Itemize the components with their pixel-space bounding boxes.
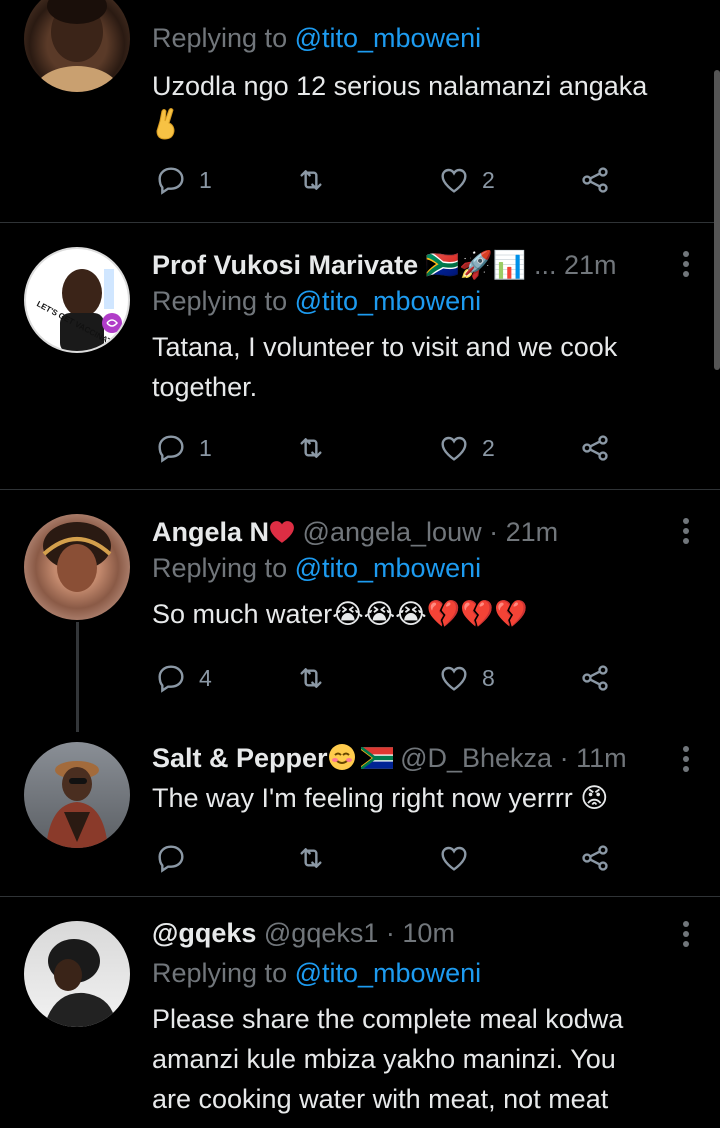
like-button[interactable]: 8 [438,658,495,698]
tweet-header: Angela N @angela_louw · 21m [152,514,660,550]
reply-button[interactable]: 4 [155,658,212,698]
avatar[interactable] [24,921,130,1027]
tweet-header: @gqeks @gqeks1 · 10m [152,915,660,951]
display-name[interactable]: Salt & Pepper [152,743,328,773]
mention-link[interactable]: @tito_mboweni [295,286,482,316]
tweet-text: Please share the complete meal kodwa ama… [152,999,660,1119]
heart-icon [441,846,467,871]
share-button[interactable] [579,658,611,698]
tweet-header: Salt & Pepper @D_Bhekza · 11m [152,740,660,776]
like-count: 2 [482,434,495,461]
mention-link[interactable]: @tito_mboweni [295,553,482,583]
display-name[interactable]: Prof Vukosi Marivate [152,250,418,280]
tweet-text: Tatana, I volunteer to visit and we cook… [152,327,660,407]
share-button[interactable] [579,428,611,468]
replying-to: Replying to @tito_mboweni [152,955,660,991]
retweet-button[interactable] [295,838,327,878]
timestamp[interactable]: 21m [564,250,617,280]
red-heart-emoji [270,521,294,543]
mention-link[interactable]: @tito_mboweni [295,23,482,53]
tweet-2[interactable]: LET'S GET VACCINATED Prof Vukosi Marivat… [0,223,720,489]
smiling-face-emoji [328,744,355,770]
heart-icon [441,168,467,193]
tweet-text-line: together. [152,372,258,402]
more-options-icon[interactable] [680,518,692,548]
share-icon [582,665,608,691]
separator-dot: · [489,517,499,547]
tweet-header: Prof Vukosi Marivate 🇿🇦🚀📊 ... 21m [152,247,660,283]
retweet-button[interactable] [295,658,327,698]
thread-line [76,622,79,732]
tweet-text: The way I'm feeling right now yerrrr 😡 [152,783,609,813]
reply-icon [158,435,184,463]
reply-button[interactable]: 1 [155,428,212,468]
retweet-button[interactable] [295,428,327,468]
retweet-icon [300,438,322,458]
display-name[interactable]: Angela N [152,517,269,547]
reply-icon [158,845,184,873]
tweet-1[interactable]: Replying to @tito_mboweni Uzodla ngo 12 … [0,0,720,222]
tweet-3[interactable]: Angela N @angela_louw · 21m Replying to … [0,490,720,732]
reply-icon [158,665,184,693]
tweet-text-line: Tatana, I volunteer to visit and we cook [152,332,618,362]
crossed-fingers-emoji [152,106,660,146]
tweet-5[interactable]: @gqeks @gqeks1 · 10m Replying to @tito_m… [0,897,720,1128]
reply-button[interactable]: 1 [155,160,212,200]
share-icon [582,435,608,461]
reply-icon [158,167,184,195]
name-emoji-suffix: 🇿🇦🚀📊 ... [425,250,557,280]
timestamp[interactable]: 10m [402,918,455,948]
timestamp[interactable]: 21m [506,517,559,547]
south-africa-flag-icon [360,747,393,769]
replying-label: Replying to [152,286,288,316]
more-options-icon[interactable] [680,921,692,951]
like-button[interactable]: 2 [438,160,495,200]
replying-label: Replying to [152,553,288,583]
reply-count: 1 [199,166,212,193]
more-options-icon[interactable] [680,251,692,281]
share-button[interactable] [579,160,611,200]
reply-count: 4 [199,664,212,691]
share-icon [582,167,608,193]
like-button[interactable]: 2 [438,428,495,468]
replying-to: Replying to @tito_mboweni [152,20,660,56]
replying-label: Replying to [152,958,288,988]
handle[interactable]: @gqeks1 [264,918,378,948]
retweet-icon [300,170,322,190]
retweet-icon [300,848,322,868]
tweet-text: Uzodla ngo 12 serious nalamanzi angaka [152,71,648,101]
separator-dot: · [385,918,395,948]
replying-to: Replying to @tito_mboweni [152,283,660,319]
like-button[interactable] [438,838,470,878]
avatar[interactable] [24,742,130,848]
like-count: 8 [482,664,495,691]
retweet-button[interactable] [295,160,327,200]
avatar[interactable] [24,514,130,620]
like-count: 2 [482,166,495,193]
reply-count: 1 [199,434,212,461]
heart-icon [441,436,467,461]
share-icon [582,845,608,871]
share-button[interactable] [579,838,611,878]
tweet-text-line: amanzi kule mbiza yakho maninzi. You [152,1044,616,1074]
replying-to: Replying to @tito_mboweni [152,550,660,586]
handle[interactable]: @D_Bhekza [400,743,552,773]
retweet-icon [300,668,322,688]
avatar[interactable] [24,0,130,92]
tweet-4[interactable]: Salt & Pepper @D_Bhekza · 11m The way I'… [0,718,720,896]
more-options-icon[interactable] [680,746,692,776]
tweet-text-line: are cooking water with meat, not meat [152,1084,609,1114]
tweet-text: So much water😭😭😭💔💔💔 [152,599,528,629]
display-name[interactable]: @gqeks [152,918,256,948]
reply-button[interactable] [155,838,199,878]
replying-label: Replying to [152,23,288,53]
heart-icon [441,666,467,691]
separator-dot: · [559,743,569,773]
timestamp[interactable]: 11m [576,743,627,773]
handle[interactable]: @angela_louw [303,517,482,547]
mention-link[interactable]: @tito_mboweni [295,958,482,988]
avatar[interactable]: LET'S GET VACCINATED [24,247,130,353]
tweet-text-line: Please share the complete meal kodwa [152,1004,624,1034]
